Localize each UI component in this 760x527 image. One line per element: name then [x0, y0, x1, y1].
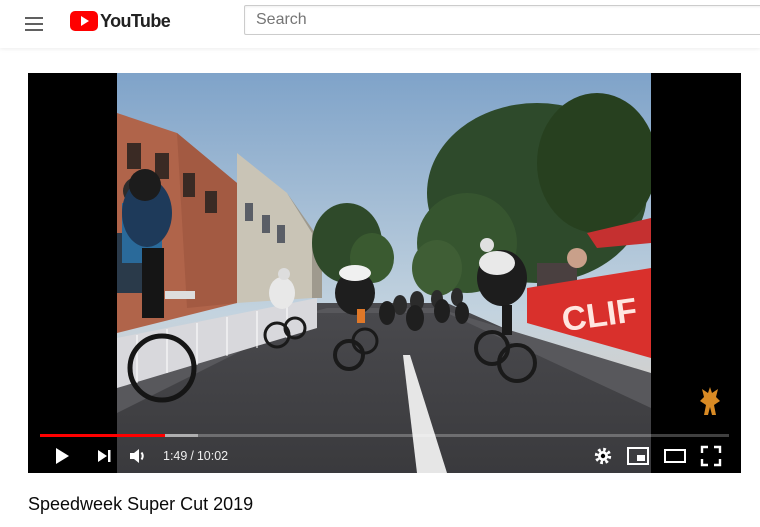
play-icon[interactable]	[50, 444, 74, 468]
current-time: 1:49	[163, 449, 188, 463]
progress-bar[interactable]	[40, 434, 729, 437]
progress-played	[40, 434, 165, 437]
volume-icon[interactable]	[126, 444, 150, 468]
search-input[interactable]	[244, 5, 760, 35]
miniplayer-icon[interactable]	[626, 444, 650, 468]
fox-watermark-icon	[700, 387, 720, 415]
time-display: 1:49/10:02	[163, 449, 228, 463]
youtube-logo[interactable]: YouTube	[70, 10, 171, 32]
theater-mode-icon[interactable]	[663, 444, 687, 468]
duration: 10:02	[196, 449, 229, 463]
fullscreen-icon[interactable]	[699, 444, 723, 468]
youtube-logo-icon	[70, 11, 98, 31]
time-separator: /	[190, 449, 194, 463]
video-frame[interactable]: CLIF	[117, 73, 651, 473]
masthead: YouTube	[0, 0, 760, 48]
menu-icon[interactable]	[22, 12, 46, 36]
video-scene: CLIF	[117, 73, 651, 473]
logo-text: YouTube	[100, 10, 171, 31]
player-controls: 1:49/10:02	[28, 439, 741, 473]
settings-icon[interactable]	[591, 444, 615, 468]
video-player[interactable]: CLIF 1:49 / 10:02	[28, 73, 741, 473]
video-title: Speedweek Super Cut 2019	[28, 494, 254, 514]
next-icon[interactable]	[92, 444, 116, 468]
